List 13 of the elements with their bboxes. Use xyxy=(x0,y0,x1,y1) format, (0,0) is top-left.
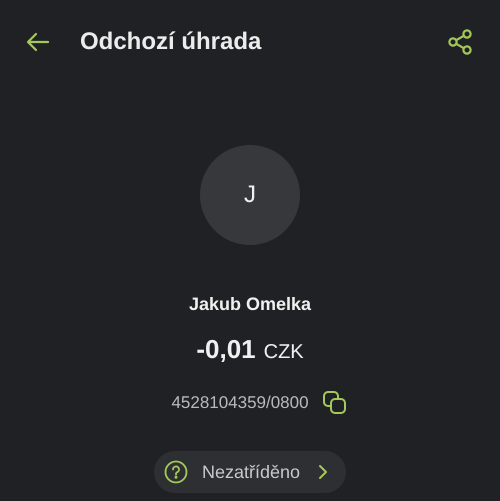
category-chip[interactable]: Nezatříděno xyxy=(154,451,346,493)
account-number: 4528104359/0800 xyxy=(171,392,309,414)
page-title: Odchozí úhrada xyxy=(80,27,262,57)
chevron-right-icon xyxy=(318,464,328,480)
back-arrow-icon xyxy=(26,32,50,52)
amount: -0,01 xyxy=(196,333,256,366)
copy-icon xyxy=(322,390,348,416)
share-icon xyxy=(446,28,474,56)
recipient-name: Jakub Omelka xyxy=(188,293,312,316)
avatar: J xyxy=(200,145,300,245)
help-icon xyxy=(164,460,188,484)
copy-button[interactable] xyxy=(320,389,349,417)
currency: CZK xyxy=(264,340,304,365)
